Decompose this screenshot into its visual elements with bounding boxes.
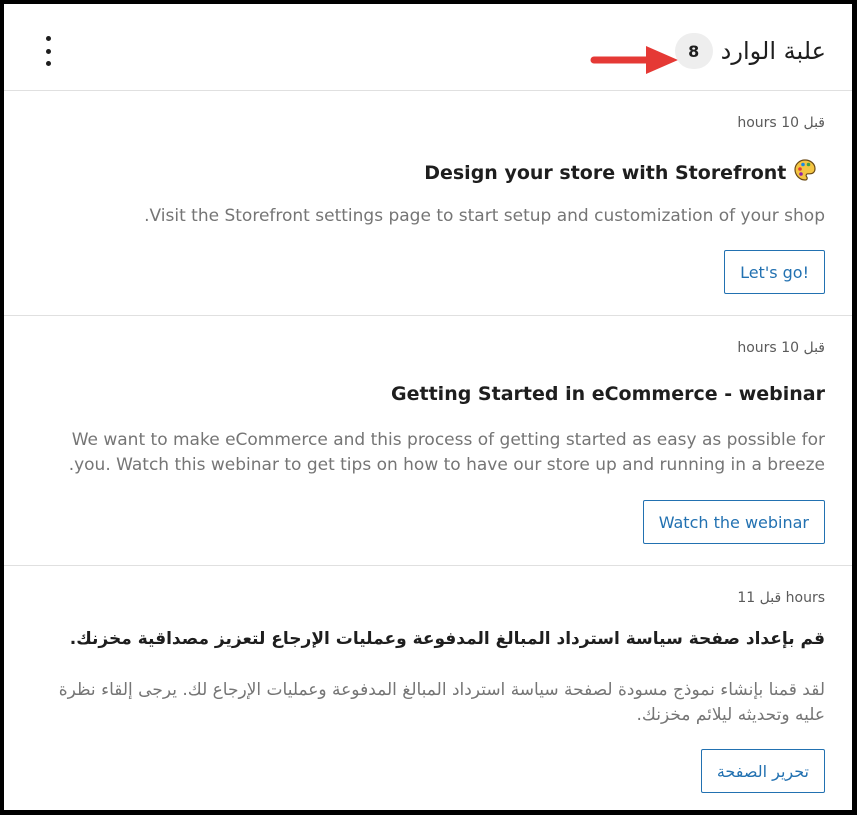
note-title-text: Design your store with Storefront <box>424 162 787 184</box>
inbox-title-group: علبة الوارد 8 <box>674 33 826 69</box>
note-title: Design your store with Storefront <box>424 158 825 184</box>
inbox-note: قبل 10 hours Design your store with Stor… <box>4 91 852 316</box>
edit-page-button[interactable]: تحرير الصفحة <box>700 749 825 793</box>
note-timestamp: قبل 10 hours <box>737 115 825 131</box>
note-body: We want to make eCommerce and this proce… <box>68 430 825 475</box>
annotation-arrow-icon <box>590 46 678 74</box>
watch-webinar-button[interactable]: Watch the webinar <box>642 500 825 544</box>
inbox-header: علبة الوارد 8 <box>4 4 852 91</box>
inbox-note: قبل 10 hours Getting Started in eCommerc… <box>4 316 852 566</box>
note-title: قم بإعداد صفحة سياسة استرداد المبالغ الم… <box>69 629 825 649</box>
note-body: لقد قمنا بإنشاء نموذج مسودة لصفحة سياسة … <box>58 680 825 725</box>
palette-icon <box>794 159 816 181</box>
unread-count-badge: 8 <box>674 33 713 69</box>
inbox-panel: علبة الوارد 8 قبل 10 hours Design your s… <box>0 0 857 815</box>
note-timestamp: قبل 10 hours <box>737 340 825 356</box>
note-body: Visit the Storefront settings page to st… <box>144 206 825 226</box>
note-timestamp: قبل 11 hours <box>737 590 825 606</box>
inbox-title: علبة الوارد <box>720 37 826 65</box>
inbox-note: قبل 11 hours قم بإعداد صفحة سياسة استردا… <box>4 566 852 810</box>
lets-go-button[interactable]: Let's go! <box>724 250 825 294</box>
note-title: Getting Started in eCommerce - webinar <box>391 383 825 405</box>
kebab-menu-icon[interactable] <box>41 36 55 66</box>
